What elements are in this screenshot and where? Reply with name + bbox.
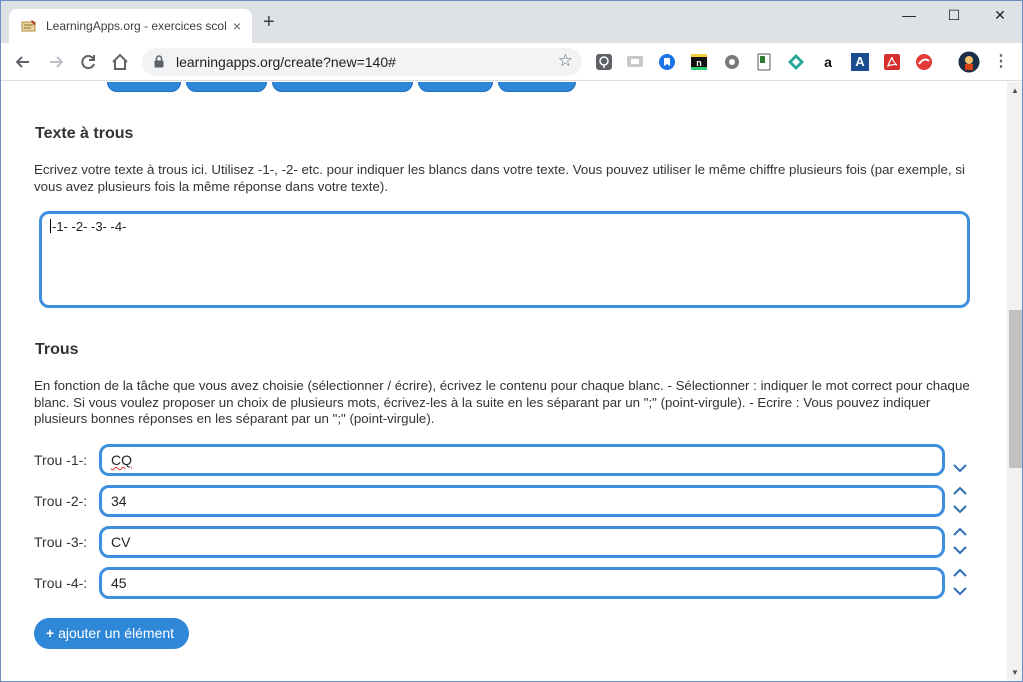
trou-1-input[interactable]: CQ — [99, 444, 945, 476]
browser-window: LearningApps.org - exercices scol × + — … — [0, 0, 1023, 682]
trou-4-label: Trou -4-: — [34, 575, 88, 591]
trou-2-input[interactable]: 34 — [99, 485, 945, 517]
trou-1-label: Trou -1-: — [34, 452, 88, 468]
learningapps-favicon — [21, 20, 36, 32]
move-down-chevron-icon[interactable] — [951, 585, 969, 597]
address-bar[interactable]: learningapps.org/create?new=140# ☆ — [142, 48, 582, 76]
translate-icon[interactable] — [626, 53, 644, 71]
close-tab-icon[interactable]: × — [229, 18, 245, 34]
trend-icon[interactable] — [915, 53, 933, 71]
move-down-chevron-icon[interactable] — [951, 503, 969, 515]
plus-icon: + — [46, 625, 55, 641]
trou-2-value: 34 — [111, 493, 127, 509]
tab-title: LearningApps.org - exercices scol — [46, 19, 226, 33]
text-caret — [50, 219, 51, 233]
add-element-button[interactable]: + ajouter un élément — [34, 618, 189, 649]
reload-icon[interactable] — [77, 51, 99, 73]
move-up-chevron-icon[interactable] — [951, 485, 969, 497]
forward-arrow-icon[interactable] — [45, 51, 67, 73]
svg-text:n: n — [696, 58, 702, 68]
lightbulb-icon[interactable] — [595, 53, 613, 71]
cloze-text-value: -1- -2- -3- -4- — [52, 219, 127, 234]
maximize-button[interactable]: ☐ — [939, 7, 969, 27]
move-down-chevron-icon[interactable] — [951, 544, 969, 556]
toolbar-button-1[interactable] — [107, 82, 181, 92]
url-text: learningapps.org/create?new=140# — [176, 54, 396, 70]
bookmark-star-icon[interactable]: ☆ — [558, 51, 573, 71]
scroll-thumb[interactable] — [1009, 310, 1022, 468]
settings-icon[interactable] — [723, 53, 741, 71]
diamond-icon[interactable] — [787, 53, 805, 71]
amazon-icon[interactable]: a — [819, 53, 837, 71]
minimize-button[interactable]: — — [894, 7, 924, 27]
tab-bar: LearningApps.org - exercices scol × + — … — [1, 1, 1022, 43]
section2-instructions: En fonction de la tâche que vous avez ch… — [34, 378, 970, 426]
section-title-trous: Trous — [35, 341, 79, 358]
bookmark-icon[interactable] — [658, 53, 676, 71]
trou-3-label: Trou -3-: — [34, 534, 88, 550]
notion-icon[interactable]: n — [690, 53, 708, 71]
cloze-text-input[interactable]: -1- -2- -3- -4- — [39, 211, 970, 308]
close-window-button[interactable]: ✕ — [985, 7, 1015, 27]
back-arrow-icon[interactable] — [12, 51, 34, 73]
trou-4-input[interactable]: 45 — [99, 567, 945, 599]
trou-3-value: CV — [111, 534, 131, 550]
trou-2-label: Trou -2-: — [34, 493, 88, 509]
move-up-chevron-icon[interactable] — [951, 567, 969, 579]
move-down-chevron-icon[interactable] — [951, 462, 969, 474]
scroll-down-arrow-icon[interactable]: ▼ — [1011, 668, 1019, 677]
move-up-chevron-icon[interactable] — [951, 526, 969, 538]
trou-4-value: 45 — [111, 575, 127, 591]
toolbar-button-5[interactable] — [498, 82, 576, 92]
page-content: Texte à trous Ecrivez votre texte à trou… — [1, 82, 1008, 681]
a-icon[interactable]: A — [851, 53, 869, 71]
page-scrollbar[interactable]: ▲ ▼ — [1007, 82, 1022, 681]
scroll-up-arrow-icon[interactable]: ▲ — [1011, 86, 1019, 95]
home-icon[interactable] — [109, 51, 131, 73]
trou-1-value: CQ — [111, 452, 132, 468]
toolbar-button-3[interactable] — [272, 82, 413, 92]
toolbar-button-2[interactable] — [186, 82, 267, 92]
menu-kebab-icon[interactable]: ⋮ — [992, 53, 1010, 71]
add-element-label: ajouter un élément — [58, 625, 175, 641]
new-tab-button[interactable]: + — [263, 12, 275, 32]
browser-toolbar: learningapps.org/create?new=140# ☆ n a A… — [1, 43, 1022, 81]
section1-instructions: Ecrivez votre texte à trous ici. Utilise… — [34, 162, 965, 194]
pdf-icon[interactable] — [883, 53, 901, 71]
lock-icon — [154, 55, 164, 68]
browser-tab[interactable]: LearningApps.org - exercices scol × — [9, 9, 252, 43]
section-title-texte-a-trous: Texte à trous — [35, 125, 134, 142]
note-icon[interactable] — [755, 53, 773, 71]
trou-3-input[interactable]: CV — [99, 526, 945, 558]
avatar[interactable] — [958, 51, 980, 73]
toolbar-button-4[interactable] — [418, 82, 493, 92]
